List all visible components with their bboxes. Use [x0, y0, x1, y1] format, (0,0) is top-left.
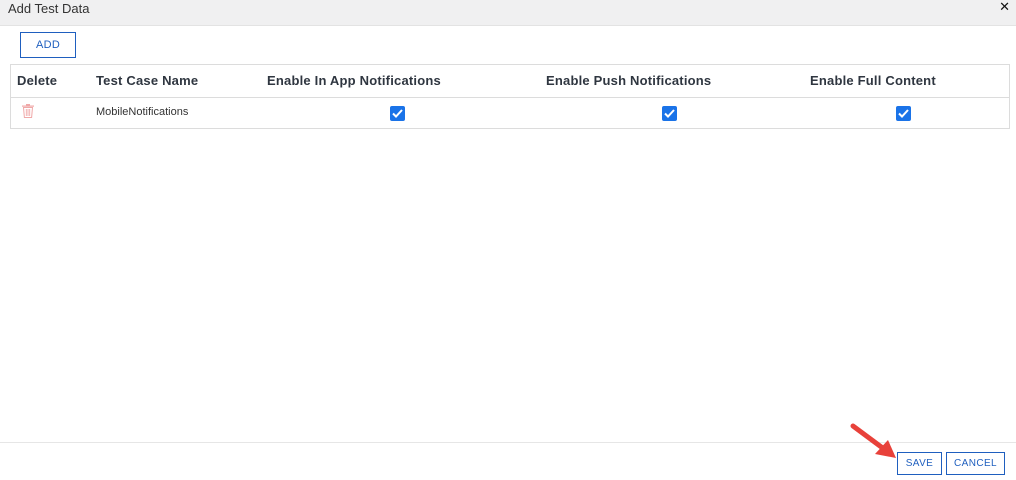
test-data-table: Delete Test Case Name Enable In App Noti…	[10, 64, 1010, 129]
test-case-name-cell: MobileNotifications	[96, 106, 189, 118]
add-button[interactable]: ADD	[20, 32, 76, 58]
column-header-enable-push: Enable Push Notifications	[546, 73, 712, 88]
enable-in-app-checkbox[interactable]	[390, 106, 405, 121]
column-header-enable-full-content: Enable Full Content	[810, 73, 936, 88]
dialog-title: Add Test Data	[8, 1, 90, 16]
arrow-annotation	[850, 423, 896, 458]
close-icon[interactable]: ✕	[999, 0, 1010, 14]
trash-icon[interactable]	[22, 104, 34, 118]
enable-full-content-checkbox[interactable]	[896, 106, 911, 121]
enable-push-checkbox[interactable]	[662, 106, 677, 121]
checkmark-icon	[392, 109, 403, 118]
column-header-test-case-name: Test Case Name	[96, 73, 199, 88]
dialog-titlebar: Add Test Data ✕	[0, 0, 1016, 26]
cancel-button[interactable]: CANCEL	[946, 452, 1005, 475]
table-row: MobileNotifications	[11, 98, 1009, 129]
column-header-enable-in-app: Enable In App Notifications	[267, 73, 441, 88]
checkmark-icon	[898, 109, 909, 118]
save-button[interactable]: SAVE	[897, 452, 942, 475]
checkmark-icon	[664, 109, 675, 118]
table-header-row: Delete Test Case Name Enable In App Noti…	[11, 65, 1009, 98]
column-header-delete: Delete	[17, 73, 58, 88]
